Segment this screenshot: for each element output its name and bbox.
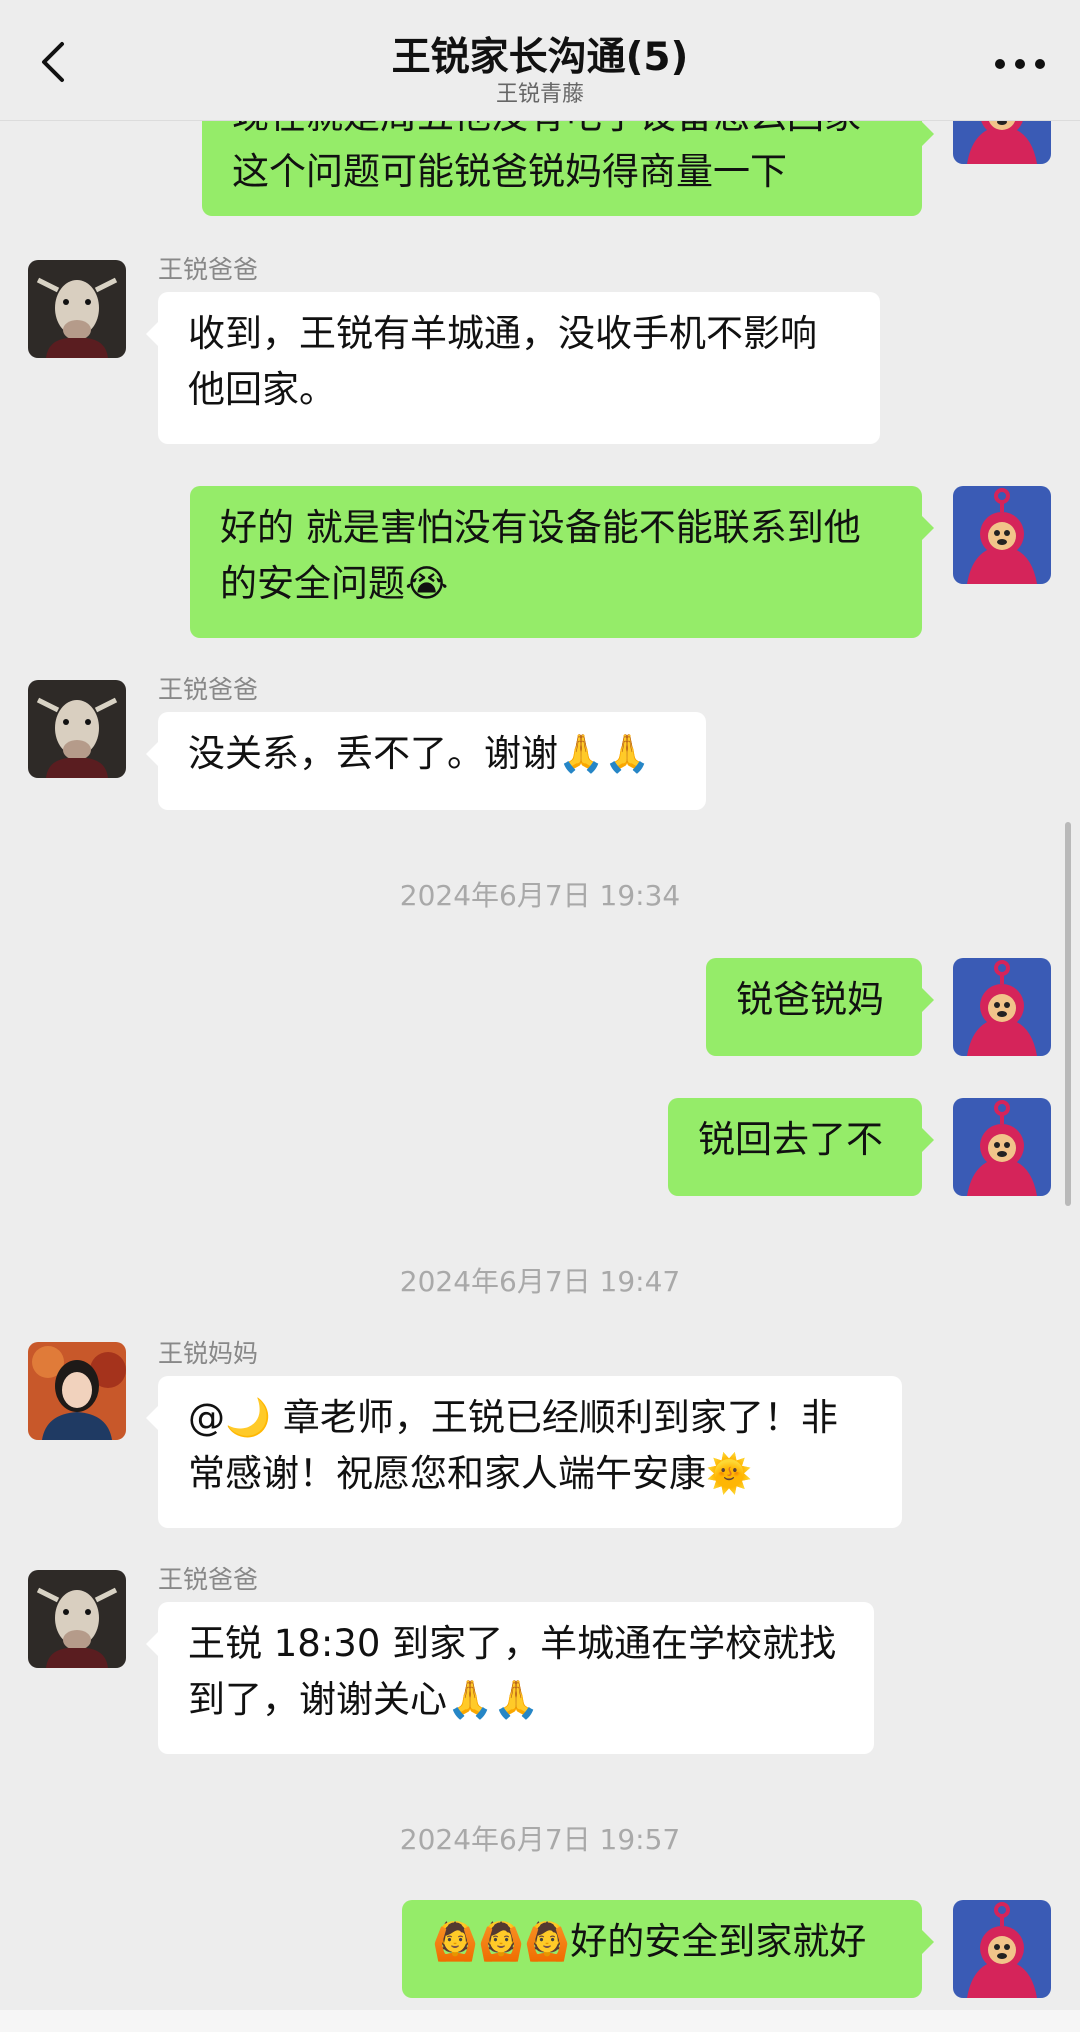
avatar-mom-photo-icon [28, 1342, 126, 1440]
sender-name: 王锐爸爸 [158, 1565, 259, 1594]
message-bubble-incoming[interactable]: 没关系，丢不了。谢谢🙏🙏 [146, 712, 706, 810]
avatar-wang-rui-dad[interactable] [28, 680, 126, 778]
chat-timestamp: 2024年6月7日 19:57 [399, 1823, 681, 1856]
message-bubble-outgoing[interactable]: 好的 就是害怕没有设备能不能联系到他 的安全问题😭 [190, 486, 934, 638]
sender-name: 王锐妈妈 [158, 1339, 259, 1368]
chat-timestamp: 2024年6月7日 19:47 [399, 1265, 681, 1298]
avatar-self-icon [953, 1098, 1051, 1196]
message-bubble-incoming[interactable]: 收到，王锐有羊城通，没收手机不影响 他回家。 [146, 292, 880, 444]
avatar-self[interactable] [953, 958, 1051, 1056]
chat-header: 王锐家长沟通(5) 王锐青藤 [0, 0, 1080, 121]
avatar-self[interactable] [953, 486, 1051, 584]
more-button[interactable] [990, 44, 1050, 84]
avatar-wang-rui-dad[interactable] [28, 1570, 126, 1668]
message-bubble-incoming[interactable]: 王锐 18:30 到家了，羊城通在学校就找 到了，谢谢关心🙏🙏 [146, 1602, 874, 1754]
input-area-edge [0, 2010, 1080, 2032]
chat-title: 王锐家长沟通(5) [391, 35, 689, 80]
chat-scrollbar[interactable] [1065, 822, 1071, 1206]
avatar-self-icon [953, 486, 1051, 584]
chat-subtitle: 王锐青藤 [495, 82, 584, 107]
more-dots-icon [995, 59, 1045, 69]
chat-timestamp: 2024年6月7日 19:34 [399, 879, 681, 912]
avatar-cow-icon [28, 1570, 126, 1668]
message-bubble-incoming[interactable]: @🌙 章老师，王锐已经顺利到家了！非 常感谢！祝愿您和家人端午安康🌞 [146, 1376, 902, 1528]
avatar-self[interactable] [953, 1098, 1051, 1196]
avatar-self-icon [953, 958, 1051, 1056]
message-bubble-outgoing[interactable]: 锐回去了不 [668, 1098, 934, 1196]
avatar-cow-icon [28, 260, 126, 358]
message-bubble-outgoing[interactable]: 🙆🙆🙆好的安全到家就好 [402, 1900, 934, 1998]
avatar-self-icon [953, 1900, 1051, 1998]
avatar-wang-rui-dad[interactable] [28, 260, 126, 358]
message-bubble-outgoing[interactable]: 锐爸锐妈 [706, 958, 934, 1056]
avatar-self[interactable] [953, 1900, 1051, 1998]
avatar-wang-rui-mom[interactable] [28, 1342, 126, 1440]
avatar-cow-icon [28, 680, 126, 778]
sender-name: 王锐爸爸 [158, 675, 259, 704]
sender-name: 王锐爸爸 [158, 255, 259, 284]
